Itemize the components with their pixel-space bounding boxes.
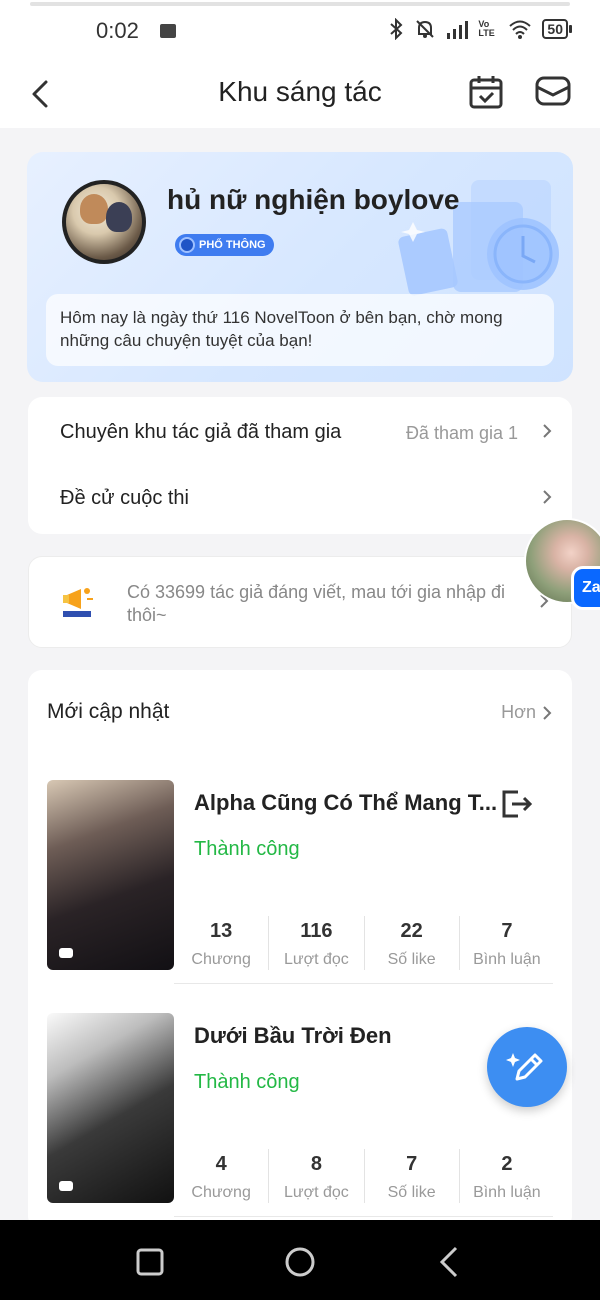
chevron-right-icon <box>543 490 552 504</box>
section-title: Mới cập nhật <box>47 700 170 723</box>
menu-card: Chuyên khu tác giả đã tham gia Đã tham g… <box>28 397 572 534</box>
wifi-icon <box>509 20 532 39</box>
megaphone-icon <box>63 588 93 617</box>
story-item[interactable]: Alpha Cũng Có Thể Mang T... Thành công 1… <box>28 780 572 980</box>
mail-button[interactable] <box>534 74 574 112</box>
badge-icon <box>179 237 195 253</box>
badge-label: PHỔ THÔNG <box>199 239 266 251</box>
stat-chapters: 4 Chương <box>191 1153 251 1201</box>
menu-item-value: Đã tham gia 1 <box>405 423 518 443</box>
app-header: Khu sáng tác <box>0 62 600 128</box>
calendar-icon <box>469 76 503 109</box>
avatar[interactable] <box>62 180 146 264</box>
home-button[interactable] <box>280 1242 320 1282</box>
chat-icon <box>59 948 73 958</box>
profile-card: hủ nữ nghiện boylove PHỔ THÔNG Hôm nay l… <box>27 152 573 382</box>
stat-likes: 22 Số like <box>363 916 459 970</box>
network-type: Vo LTE <box>478 19 495 38</box>
top-divider <box>30 2 570 6</box>
pencil-sparkle-icon <box>506 1053 543 1081</box>
divider <box>174 1216 553 1217</box>
menu-item-label: Đề cử cuộc thi <box>60 487 189 509</box>
bluetooth-icon <box>390 18 403 40</box>
stat-reads: 8 Lượt đọc <box>268 1149 363 1203</box>
chevron-right-icon <box>543 424 552 438</box>
stat-comments: 7 Bình luận <box>458 916 554 970</box>
stat-comments: 2 Bình luận <box>458 1149 554 1203</box>
recent-apps-button[interactable] <box>130 1242 170 1282</box>
promo-text: Có 33699 tác giả đáng viết, mau tới gia … <box>127 582 506 625</box>
system-nav-bar <box>0 1220 600 1300</box>
joined-zones-item[interactable]: Chuyên khu tác giả đã tham gia Đã tham g… <box>28 401 572 457</box>
menu-item-label: Chuyên khu tác giả đã tham gia <box>60 421 342 443</box>
stat-chapters: 13 Chương <box>191 920 251 968</box>
battery-level: 50 <box>542 19 568 39</box>
story-stats: 4 Chương 8 Lượt đọc 7 Số like 2 Bình luận <box>174 1149 554 1203</box>
exit-icon[interactable] <box>500 788 534 820</box>
story-item[interactable]: Dưới Bầu Trời Đen Thành công 4 Chương 8 Lư… <box>28 1013 572 1213</box>
stat-likes: 7 Số like <box>363 1149 459 1203</box>
chat-icon <box>59 1181 73 1191</box>
status-bar: 0:02 Vo LTE 50 <box>0 0 600 62</box>
calendar-button[interactable] <box>468 74 506 112</box>
more-link[interactable]: Hơn <box>501 702 552 723</box>
signal-icon <box>447 21 469 39</box>
mute-icon <box>416 20 435 38</box>
chevron-right-icon <box>543 705 552 720</box>
story-stats: 13 Chương 116 Lượt đọc 22 Số like 7 Bình luậ… <box>174 916 554 970</box>
page-title: Khu sáng tác <box>218 76 382 107</box>
recent-updates-card: Mới cập nhật Hơn Alpha Cũng Có Thể Mang … <box>28 670 572 1230</box>
zalo-label: Za <box>582 579 600 596</box>
more-label: Hơn <box>501 702 536 722</box>
mail-icon <box>535 76 571 106</box>
stat-reads: 116 Lượt đọc <box>268 916 363 970</box>
status-time: 0:02 <box>96 18 139 43</box>
story-status: Thành công <box>194 1071 300 1093</box>
nav-back-button[interactable] <box>430 1242 470 1282</box>
battery-icon: 50 <box>542 19 572 39</box>
status-icons: Vo LTE 50 <box>388 18 572 40</box>
story-title: Alpha Cũng Có Thể Mang T... <box>194 790 498 815</box>
write-fab-button[interactable] <box>487 1027 567 1107</box>
story-title: Dưới Bầu Trời Đen <box>194 1023 392 1048</box>
story-cover <box>47 780 174 970</box>
gallery-icon <box>160 24 176 38</box>
username: hủ nữ nghiện boylove <box>167 184 460 215</box>
welcome-message: Hôm nay là ngày thứ 116 NovelToon ở bên … <box>46 294 554 366</box>
divider <box>174 983 553 984</box>
story-status: Thành công <box>194 838 300 860</box>
level-badge: PHỔ THÔNG <box>175 234 274 256</box>
story-cover <box>47 1013 174 1203</box>
zalo-icon[interactable]: Za <box>571 566 600 610</box>
join-authors-banner[interactable]: Có 33699 tác giả đáng viết, mau tới gia … <box>28 556 572 648</box>
contest-nomination-item[interactable]: Đề cử cuộc thi <box>28 467 572 523</box>
